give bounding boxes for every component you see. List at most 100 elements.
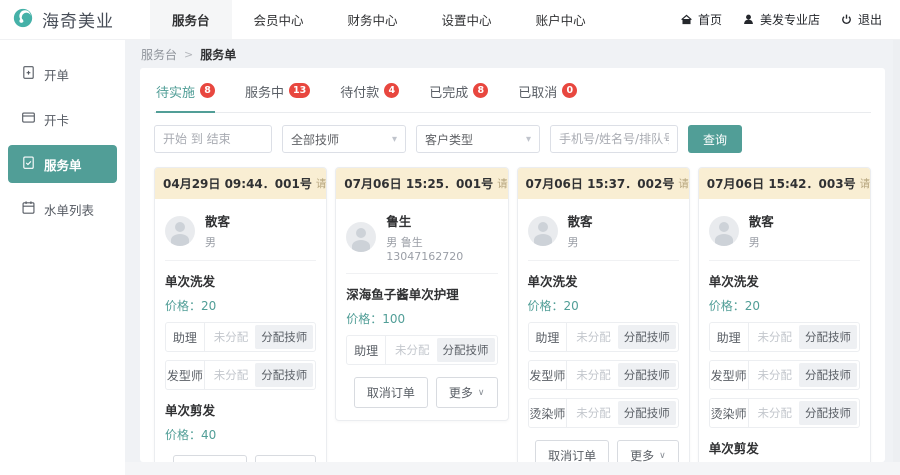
date-range-input[interactable]: [154, 125, 272, 153]
more-button[interactable]: 更多∨: [254, 455, 317, 462]
tab-已完成[interactable]: 已完成 8: [429, 82, 489, 113]
service-price: 价格：20: [708, 299, 761, 313]
breadcrumb-root[interactable]: 服务台: [141, 46, 177, 63]
tab-已取消[interactable]: 已取消 0: [518, 82, 578, 113]
order-card-title: 07月06日 15:42．003号: [706, 177, 856, 191]
assign-technician-button[interactable]: 分配技师: [436, 338, 495, 362]
tab-count-badge: 8: [200, 83, 216, 98]
logout-label: 退出: [857, 13, 882, 27]
service-price: 价格：20: [527, 299, 579, 313]
sidebar-item-label: 水单列表: [44, 202, 95, 218]
staff-assign-area: 未分配 分配技师: [205, 361, 315, 389]
staff-role-label: 助理: [347, 336, 386, 364]
logout-button[interactable]: 退出: [840, 11, 882, 28]
assign-technician-button[interactable]: 分配技师: [799, 363, 857, 387]
assign-technician-button[interactable]: 分配技师: [255, 325, 314, 349]
staff-assign-area: 未分配 分配技师: [749, 361, 859, 389]
breadcrumb-current: 服务单: [200, 47, 237, 62]
sidebar-item-开卡[interactable]: 开卡: [8, 100, 117, 138]
store-account[interactable]: 美发专业店: [742, 11, 820, 28]
sidebar-item-水单列表[interactable]: 水单列表: [8, 190, 117, 228]
service-price: 价格：40: [165, 428, 217, 442]
status-badge: 请等待: [859, 178, 870, 190]
search-input[interactable]: [550, 125, 678, 153]
tab-label: 服务中: [245, 86, 285, 101]
sidebar-item-label: 开卡: [44, 112, 70, 128]
order-card-body: 鲁生男 鲁生 13047162720 深海鱼子酱单次护理 价格：100 助理 未分配 分配…: [336, 199, 507, 420]
tab-count-badge: 0: [562, 83, 578, 98]
query-button[interactable]: 查询: [688, 125, 743, 153]
customer-row: 鲁生男 鲁生 13047162720: [346, 209, 498, 274]
assign-technician-button[interactable]: 分配技师: [799, 325, 857, 349]
order-card-footer: 取消订单 更多 ∨: [528, 440, 679, 462]
technician-select[interactable]: 全部技师 ▾: [282, 125, 406, 153]
home-label: 首页: [697, 13, 722, 27]
order-card: 04月29日 09:44．001号请等待散客男单次洗发价格：20助理未分配分配技…: [154, 167, 328, 462]
topnav-item[interactable]: 设置中心: [420, 0, 514, 39]
customer-name: 散客: [748, 214, 774, 229]
more-button[interactable]: 更多∨: [435, 377, 498, 408]
customer-row: 散客男: [165, 209, 317, 261]
topnav-item[interactable]: 财务中心: [326, 0, 420, 39]
assign-technician-button[interactable]: 分配技师: [255, 363, 314, 387]
order-card-header: 07月06日 15:37．002号请等待: [517, 168, 689, 199]
topnav-item[interactable]: 账户中心: [514, 0, 608, 39]
avatar: [708, 215, 739, 246]
service-price: 价格：100: [346, 312, 406, 326]
unassigned-label: 未分配: [576, 406, 611, 420]
topnav-item[interactable]: 会员中心: [232, 0, 326, 39]
assign-technician-button[interactable]: 分配技师: [617, 401, 676, 425]
assign-technician-button[interactable]: 分配技师: [617, 325, 676, 349]
order-card-header: 07月06日 15:25．001号请等待: [336, 168, 508, 199]
sidebar: 开单开卡服务单水单列表: [0, 40, 125, 475]
power-icon: [840, 13, 853, 26]
scrollbar-track[interactable]: [893, 40, 900, 475]
tab-label: 已取消: [518, 86, 558, 101]
customer-info: 散客男: [749, 211, 774, 250]
assign-technician-button[interactable]: 分配技师: [799, 401, 857, 425]
customer-sub: 男: [567, 236, 579, 249]
customer-type-select[interactable]: 客户类型 ▾: [416, 125, 540, 153]
order-card: 07月06日 15:37．002号请等待散客男单次洗发价格：20助理未分配分配技…: [516, 167, 690, 462]
assign-technician-button[interactable]: 分配技师: [617, 363, 676, 387]
chevron-down-icon: ▾: [525, 133, 531, 145]
staff-role-label: 助理: [529, 323, 568, 351]
staff-row: 助理 未分配 分配技师: [346, 335, 498, 365]
cancel-order-button[interactable]: 取消订单: [535, 440, 610, 462]
tab-待付款[interactable]: 待付款 4: [340, 82, 400, 113]
staff-assign-area: 未分配 分配技师: [749, 323, 859, 351]
staff-assign-area: 未分配 分配技师: [567, 323, 677, 351]
unassigned-label: 未分配: [213, 368, 249, 382]
status-badge: 请等待: [315, 178, 327, 190]
staff-row: 助理 未分配 分配技师: [708, 322, 860, 352]
staff-assign-area: 未分配 分配技师: [386, 336, 496, 364]
order-card-title: 04月29日 09:44．001号: [163, 177, 312, 191]
sidebar-item-服务单[interactable]: 服务单: [8, 145, 117, 183]
customer-sub: 男: [748, 236, 760, 249]
tab-待实施[interactable]: 待实施 8: [156, 82, 216, 113]
cancel-order-button[interactable]: 取消订单: [353, 377, 428, 408]
cancel-order-button[interactable]: 取消订单: [172, 455, 247, 462]
staff-role-label: 助理: [710, 323, 749, 351]
app-logo: 海奇美业: [0, 7, 150, 32]
home-icon: [680, 13, 693, 26]
topnav-item[interactable]: 服务台: [150, 0, 232, 39]
order-card-title: 07月06日 15:37．002号: [525, 177, 675, 191]
order-card-header: 07月06日 15:42．003号请等待: [698, 168, 870, 199]
home-link[interactable]: 首页: [680, 11, 722, 28]
order-card-body: 散客男单次洗发 价格：20 助理 未分配 分配技师 发型师 未分配 分配技师 烫染师 未分配 分配技…: [699, 199, 870, 462]
sidebar-item-开单[interactable]: 开单: [8, 55, 117, 93]
tab-label: 待付款: [340, 86, 380, 101]
status-tabs: 待实施 8 服务中 13 待付款 4 已完成 8 已取消 0: [154, 80, 871, 113]
card-icon: [21, 110, 36, 128]
logo-swirl-icon: [12, 7, 34, 32]
main-layout: 开单 开卡 服务单 水单列表 服务台 > 服务单 待实施 8 服务中 13 待付款 4 已完成 8 已…: [0, 40, 900, 475]
app-title: 海奇美业: [42, 12, 114, 32]
tab-服务中[interactable]: 服务中 13: [245, 82, 311, 113]
staff-row: 发型师 未分配 分配技师: [527, 360, 679, 390]
more-button[interactable]: 更多∨: [617, 440, 679, 462]
staff-assign-area: 未分配 分配技师: [567, 361, 677, 389]
staff-role-label: 发型师: [166, 361, 205, 389]
staff-row: 助理 未分配 分配技师: [527, 322, 679, 352]
status-badge: 请等待: [678, 178, 689, 190]
